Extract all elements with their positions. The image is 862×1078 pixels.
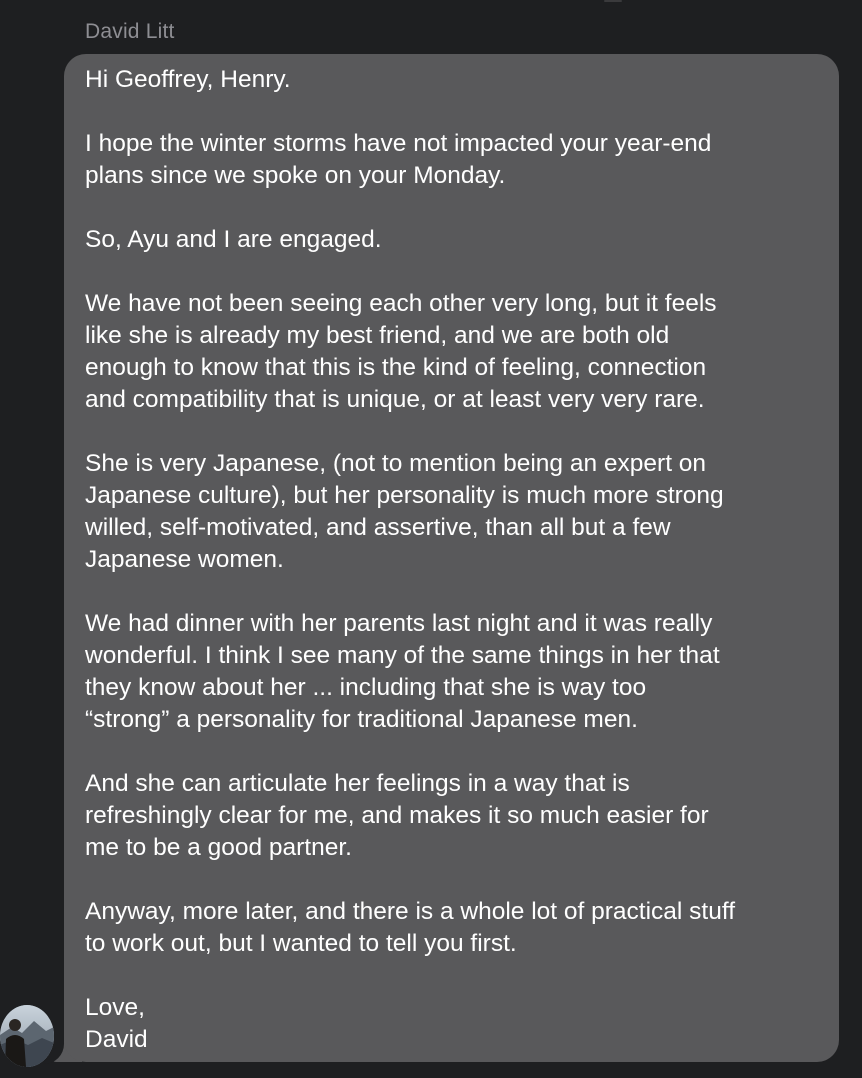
top-edge-mark	[604, 0, 622, 2]
message-paragraph: We had dinner with her parents last nigh…	[85, 610, 720, 733]
message-paragraph: I hope the winter storms have not impact…	[85, 130, 712, 189]
sender-name: David Litt	[85, 20, 175, 43]
sender-avatar[interactable]	[0, 1005, 54, 1067]
message-paragraph: We have not been seeing each other very …	[85, 290, 717, 413]
message-paragraph: She is very Japanese, (not to mention be…	[85, 450, 724, 573]
profile-photo-avatar-icon	[0, 1005, 54, 1067]
message-body: Hi Geoffrey, Henry. I hope the winter st…	[85, 64, 819, 1056]
message-paragraph: And she can articulate her feelings in a…	[85, 770, 709, 861]
message-paragraph-greeting: Hi Geoffrey, Henry.	[85, 66, 291, 93]
message-paragraph: Anyway, more later, and there is a whole…	[85, 898, 736, 957]
message-paragraph: So, Ayu and I are engaged.	[85, 226, 382, 253]
message-bubble[interactable]: Hi Geoffrey, Henry. I hope the winter st…	[64, 54, 839, 1062]
message-signoff: Love, David	[85, 994, 148, 1053]
